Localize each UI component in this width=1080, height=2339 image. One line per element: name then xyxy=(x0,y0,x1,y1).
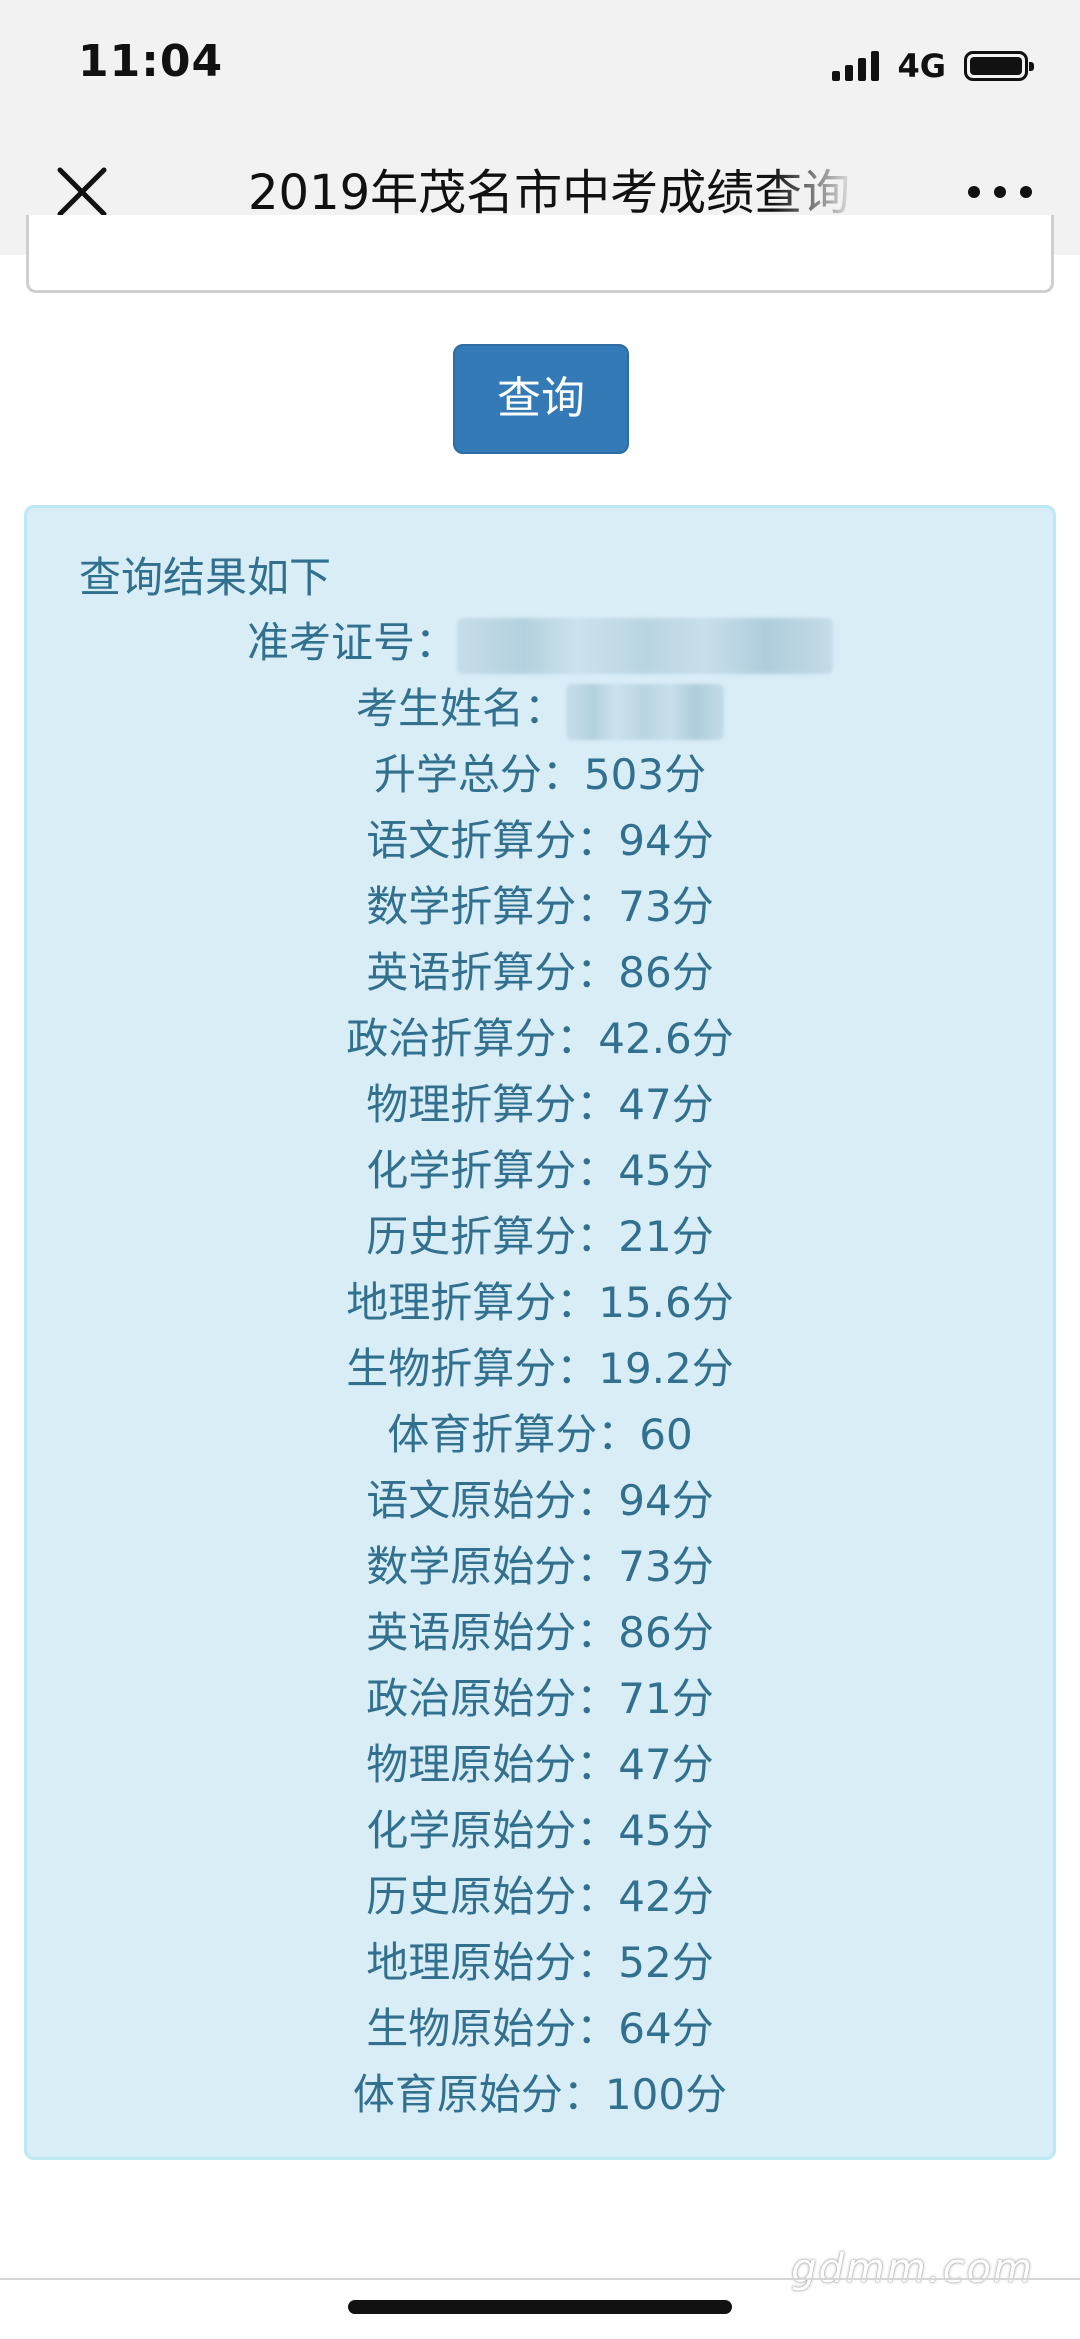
bottom-divider xyxy=(0,2278,1080,2280)
score-label: 英语折算分： xyxy=(366,948,619,997)
score-value: 45分 xyxy=(618,1806,714,1855)
score-label: 政治原始分： xyxy=(366,1674,619,1723)
score-label: 体育折算分： xyxy=(387,1410,640,1459)
score-label: 生物折算分： xyxy=(346,1344,599,1393)
more-icon xyxy=(968,186,980,198)
exam-id-input[interactable] xyxy=(26,215,1054,293)
status-indicators: 4G xyxy=(832,46,1034,86)
status-time: 11:04 xyxy=(78,36,224,87)
score-label: 数学折算分： xyxy=(366,882,619,931)
score-label: 物理折算分： xyxy=(366,1080,619,1129)
score-row: 地理原始分：52分 xyxy=(27,1930,1053,1996)
score-value: 47分 xyxy=(618,1080,714,1129)
score-value: 19.2分 xyxy=(598,1344,734,1393)
score-label: 升学总分： xyxy=(373,750,584,799)
score-value: 94分 xyxy=(618,816,714,865)
battery-icon xyxy=(964,51,1034,81)
score-row: 生物原始分：64分 xyxy=(27,1996,1053,2062)
close-icon xyxy=(57,167,107,217)
score-value: 73分 xyxy=(618,1542,714,1591)
score-row: 化学原始分：45分 xyxy=(27,1798,1053,1864)
score-label: 政治折算分： xyxy=(346,1014,599,1063)
name-label: 考生姓名： xyxy=(355,684,566,733)
score-label: 化学原始分： xyxy=(366,1806,619,1855)
signal-icon xyxy=(832,51,880,81)
score-row: 数学原始分：73分 xyxy=(27,1534,1053,1600)
score-label: 历史折算分： xyxy=(366,1212,619,1261)
score-label: 物理原始分： xyxy=(366,1740,619,1789)
score-row: 政治原始分：71分 xyxy=(27,1666,1053,1732)
score-row: 语文原始分：94分 xyxy=(27,1468,1053,1534)
score-row: 物理折算分：47分 xyxy=(27,1072,1053,1138)
score-row: 历史原始分：42分 xyxy=(27,1864,1053,1930)
home-indicator[interactable] xyxy=(348,2300,732,2314)
redacted-name xyxy=(566,683,724,740)
redacted-exam-id xyxy=(457,617,833,674)
query-button[interactable]: 查询 xyxy=(453,344,629,454)
score-label: 数学原始分： xyxy=(366,1542,619,1591)
score-value: 100分 xyxy=(604,2070,728,2119)
score-row: 语文折算分：94分 xyxy=(27,808,1053,874)
score-row: 化学折算分：45分 xyxy=(27,1138,1053,1204)
score-row: 物理原始分：47分 xyxy=(27,1732,1053,1798)
score-value: 86分 xyxy=(618,948,714,997)
close-button[interactable] xyxy=(52,162,112,222)
score-label: 体育原始分： xyxy=(352,2070,605,2119)
score-row: 体育原始分：100分 xyxy=(27,2062,1053,2128)
result-panel: 查询结果如下 准考证号： 考生姓名： 升学总分：503分 语文折算分：94分 数学折… xyxy=(24,505,1056,2160)
score-value: 86分 xyxy=(618,1608,714,1657)
score-value: 42.6分 xyxy=(598,1014,734,1063)
score-value: 503分 xyxy=(583,750,707,799)
score-row: 政治折算分：42.6分 xyxy=(27,1006,1053,1072)
score-row: 历史折算分：21分 xyxy=(27,1204,1053,1270)
score-value: 15.6分 xyxy=(598,1278,734,1327)
result-row-name: 考生姓名： xyxy=(27,676,1053,742)
score-label: 英语原始分： xyxy=(366,1608,619,1657)
result-list: 准考证号： 考生姓名： 升学总分：503分 语文折算分：94分 数学折算分：73分英… xyxy=(27,610,1053,2128)
score-value: 60 xyxy=(639,1410,693,1459)
status-bar: 11:04 4G xyxy=(0,0,1080,130)
result-row-exam-id: 准考证号： xyxy=(27,610,1053,676)
network-type: 4G xyxy=(897,47,946,85)
score-label: 化学折算分： xyxy=(366,1146,619,1195)
score-row: 升学总分：503分 xyxy=(27,742,1053,808)
score-value: 21分 xyxy=(618,1212,714,1261)
score-row: 地理折算分：15.6分 xyxy=(27,1270,1053,1336)
score-row: 体育折算分：60 xyxy=(27,1402,1053,1468)
score-value: 47分 xyxy=(618,1740,714,1789)
score-label: 地理折算分： xyxy=(346,1278,599,1327)
score-value: 45分 xyxy=(618,1146,714,1195)
score-row: 数学折算分：73分 xyxy=(27,874,1053,940)
score-label: 生物原始分： xyxy=(366,2004,619,2053)
score-row: 英语折算分：86分 xyxy=(27,940,1053,1006)
result-heading: 查询结果如下 xyxy=(79,553,332,602)
score-value: 73分 xyxy=(618,882,714,931)
score-value: 94分 xyxy=(618,1476,714,1525)
score-value: 42分 xyxy=(618,1872,714,1921)
score-value: 64分 xyxy=(618,2004,714,2053)
screen: 11:04 4G 2019年茂名市中考成绩查询 查询 查询结果如下 准考证号： … xyxy=(0,0,1080,2339)
score-label: 语文折算分： xyxy=(366,816,619,865)
score-row: 英语原始分：86分 xyxy=(27,1600,1053,1666)
score-label: 语文原始分： xyxy=(366,1476,619,1525)
score-value: 71分 xyxy=(618,1674,714,1723)
exam-id-label: 准考证号： xyxy=(246,618,457,667)
score-value: 52分 xyxy=(618,1938,714,1987)
score-label: 历史原始分： xyxy=(366,1872,619,1921)
more-button[interactable] xyxy=(968,174,1032,210)
score-label: 地理原始分： xyxy=(366,1938,619,1987)
watermark: gdmm.com xyxy=(791,2246,1034,2292)
score-row: 生物折算分：19.2分 xyxy=(27,1336,1053,1402)
